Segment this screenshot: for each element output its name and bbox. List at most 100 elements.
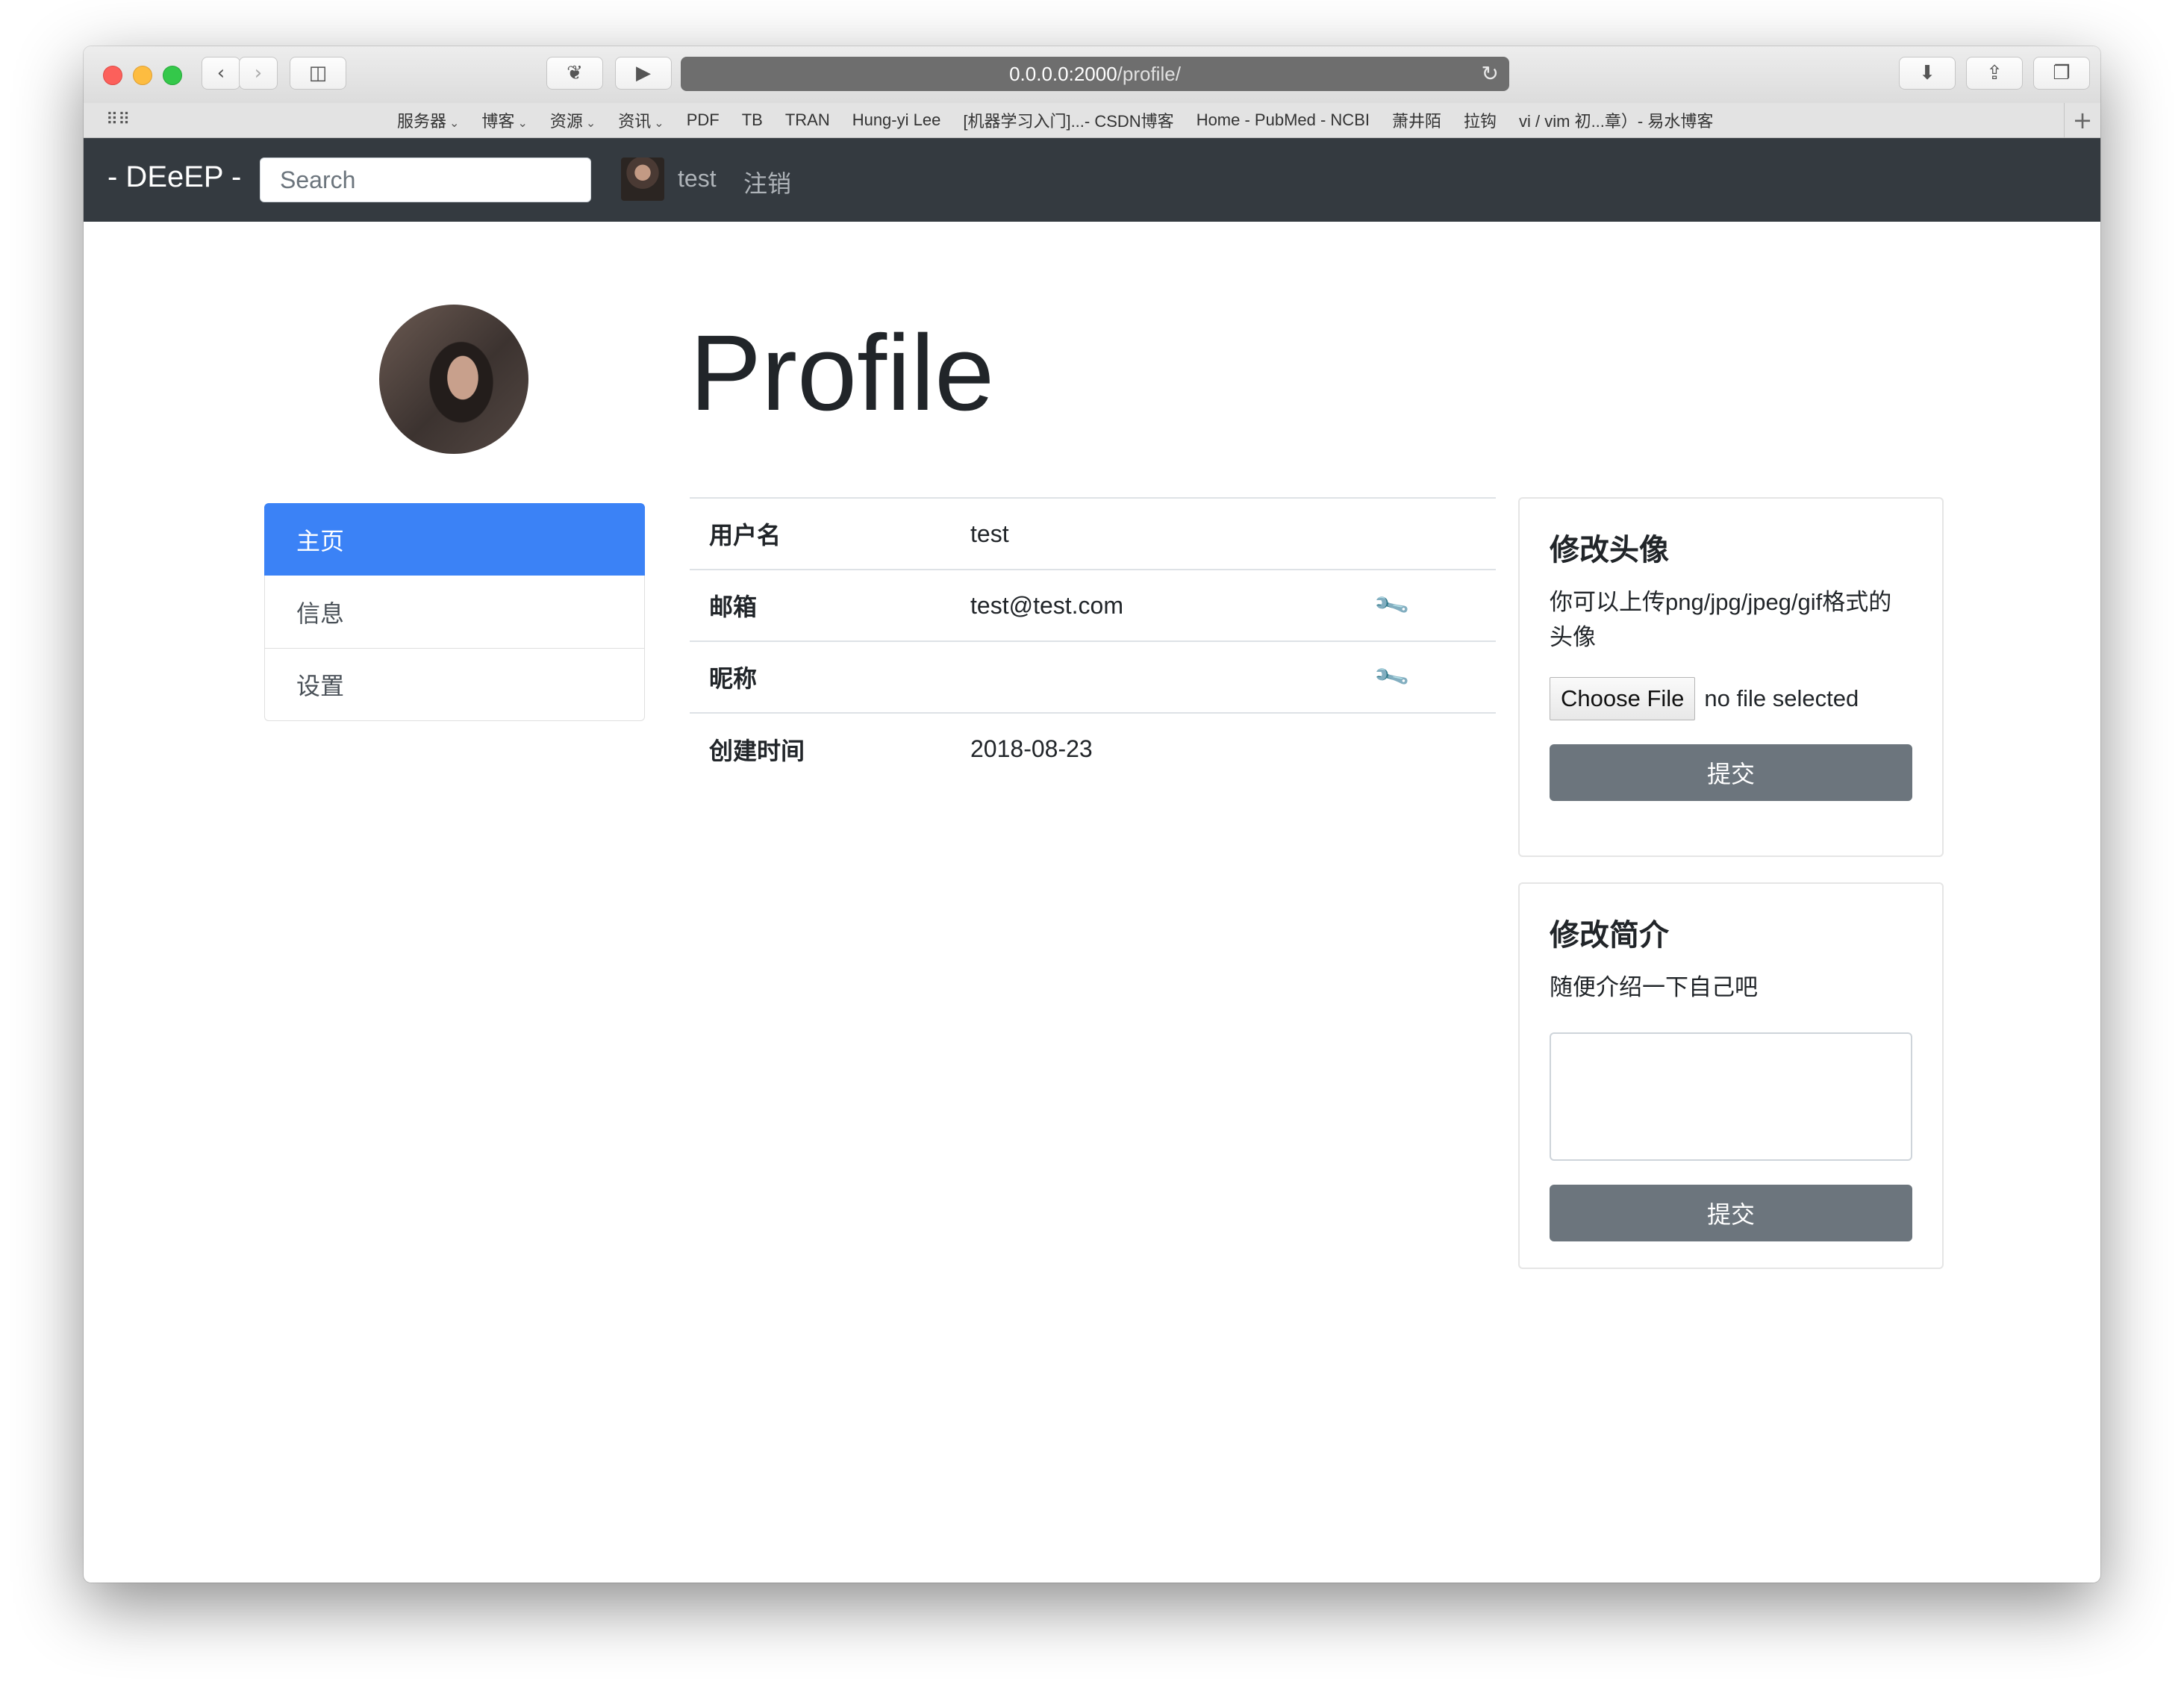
bookmark-item[interactable]: 拉钩	[1464, 108, 1497, 132]
tabs-overview-button[interactable]: ❐	[2033, 57, 2090, 90]
change-bio-title: 修改简介	[1550, 919, 1669, 952]
table-row: 邮箱 test@test.com 🔧	[690, 569, 1496, 641]
sidebar-item-settings[interactable]: 设置	[264, 648, 645, 721]
play-icon: ▶	[636, 62, 651, 84]
file-status-text: no file selected	[1704, 685, 1859, 711]
chevron-down-icon: ⌄	[654, 117, 664, 130]
tabs-icon: ❐	[2053, 62, 2071, 84]
close-window-button[interactable]	[103, 66, 122, 85]
zoom-window-button[interactable]	[163, 66, 182, 85]
username-label: 用户名	[690, 497, 970, 570]
evernote-extension-button[interactable]: ❦	[546, 57, 603, 90]
change-avatar-description: 你可以上传png/jpg/jpeg/gif格式的头像	[1550, 589, 1892, 650]
profile-sidebar: 主页 信息 设置	[264, 503, 645, 721]
bookmark-item[interactable]: Home - PubMed - NCBI	[1196, 110, 1370, 130]
nickname-label: 昵称	[690, 640, 970, 713]
bookmark-label: 萧井陌	[1391, 112, 1441, 131]
sidebar-item-home[interactable]: 主页	[264, 503, 645, 576]
nav-avatar[interactable]	[621, 158, 664, 201]
bookmark-label: Hung-yi Lee	[852, 110, 941, 129]
bookmark-label: 资讯	[618, 112, 652, 131]
profile-info-table: 用户名 test 邮箱 test@test.com 🔧 昵称 🔧 创建时间 20…	[690, 497, 1496, 785]
bio-submit-button[interactable]: 提交	[1550, 1184, 1912, 1241]
nickname-value	[970, 640, 1376, 713]
bookmark-item[interactable]: 资源 ⌄	[550, 108, 596, 132]
table-row: 用户名 test	[690, 497, 1496, 570]
chevron-left-icon: ‹	[216, 62, 225, 84]
choose-file-button[interactable]: Choose File	[1550, 677, 1696, 720]
bookmark-item[interactable]: PDF	[687, 110, 720, 130]
search-input[interactable]	[260, 158, 591, 202]
bookmark-label: vi / vim 初...章）- 易水博客	[1519, 112, 1714, 131]
change-avatar-card: 修改头像 你可以上传png/jpg/jpeg/gif格式的头像 Choose F…	[1518, 497, 1944, 857]
nav-username-link[interactable]: test	[678, 165, 717, 193]
change-bio-description: 随便介绍一下自己吧	[1550, 974, 1758, 1000]
email-label: 邮箱	[690, 569, 970, 641]
wrench-icon[interactable]: 🔧	[1371, 586, 1411, 626]
bookmark-label: 博客	[481, 112, 515, 131]
wrench-icon[interactable]: 🔧	[1371, 658, 1411, 697]
chevron-down-icon: ⌄	[585, 117, 596, 130]
chevron-right-icon: ›	[254, 62, 263, 84]
share-icon: ⇪	[1986, 62, 2003, 84]
chevron-down-icon: ⌄	[517, 117, 528, 130]
play-extension-button[interactable]: ▶	[615, 57, 672, 90]
sidebar-item-label: 信息	[296, 599, 345, 627]
forward-button[interactable]: ›	[239, 57, 278, 90]
logout-link[interactable]: 注销	[743, 165, 791, 199]
change-avatar-title: 修改头像	[1550, 534, 1669, 567]
bookmark-label: Home - PubMed - NCBI	[1196, 110, 1370, 129]
chevron-down-icon: ⌄	[449, 117, 460, 130]
plus-icon: +	[2072, 106, 2093, 134]
grid-icon[interactable]: ⠿⠿	[106, 110, 130, 129]
bookmark-item[interactable]: Hung-yi Lee	[852, 110, 941, 130]
sidebar-item-label: 设置	[296, 673, 345, 699]
sidebar-item-label: 主页	[296, 528, 345, 555]
browser-window: ‹ › ◫ ❦ ▶ 0.0.0.0:2000/profile/ ↻ ⬇ ⇪ ❐ …	[84, 46, 2100, 1583]
file-input: Choose File no file selected	[1550, 677, 1912, 720]
url-host: 0.0.0.0:2000	[1009, 62, 1117, 85]
url-path: /profile/	[1117, 62, 1181, 85]
downloads-button[interactable]: ⬇	[1899, 57, 1956, 90]
bookmark-item[interactable]: TB	[742, 110, 763, 130]
minimize-window-button[interactable]	[133, 66, 152, 85]
back-button[interactable]: ‹	[202, 57, 240, 90]
table-row: 昵称 🔧	[690, 640, 1496, 713]
sidebar-toggle-button[interactable]: ◫	[290, 57, 346, 90]
site-brand[interactable]: - DEeEP -	[107, 160, 241, 194]
elephant-icon: ❦	[567, 62, 583, 84]
bookmark-label: TRAN	[784, 110, 830, 129]
bookmark-item[interactable]: 博客 ⌄	[481, 108, 527, 132]
bookmark-item[interactable]: 服务器 ⌄	[397, 108, 459, 132]
bookmark-label: TB	[741, 110, 763, 129]
created-at-label: 创建时间	[690, 712, 970, 785]
download-icon: ⬇	[1919, 62, 1935, 84]
profile-avatar	[379, 305, 528, 454]
site-navbar: - DEeEP - test 注销	[84, 138, 2100, 222]
bio-textarea[interactable]	[1550, 1032, 1912, 1161]
bookmark-item[interactable]: [机器学习入门]...- CSDN博客	[963, 108, 1173, 132]
bookmark-item[interactable]: 资讯 ⌄	[618, 108, 664, 132]
add-bookmark-button[interactable]: +	[2064, 103, 2100, 137]
bookmark-item[interactable]: TRAN	[785, 110, 830, 130]
email-value: test@test.com	[970, 569, 1376, 641]
bookmark-label: PDF	[686, 110, 720, 129]
sidebar-item-info[interactable]: 信息	[264, 576, 645, 649]
bookmark-label: [机器学习入门]...- CSDN博客	[963, 112, 1174, 131]
bookmark-label: 服务器	[397, 112, 447, 131]
share-button[interactable]: ⇪	[1966, 57, 2023, 90]
bookmark-item[interactable]: 萧井陌	[1392, 108, 1441, 132]
bookmark-item[interactable]: vi / vim 初...章）- 易水博客	[1519, 108, 1713, 132]
address-bar[interactable]: 0.0.0.0:2000/profile/ ↻	[681, 57, 1509, 91]
change-bio-card: 修改简介 随便介绍一下自己吧 提交	[1518, 882, 1944, 1269]
sidebar-icon: ◫	[308, 62, 328, 84]
bookmark-label: 拉钩	[1464, 112, 1497, 131]
browser-title-bar: ‹ › ◫ ❦ ▶ 0.0.0.0:2000/profile/ ↻ ⬇ ⇪ ❐	[84, 46, 2100, 104]
bookmark-list: 服务器 ⌄ 博客 ⌄ 资源 ⌄ 资讯 ⌄ PDF TB TRAN Hung-yi Lee [机器学习入门…	[397, 103, 1713, 137]
page-title: Profile	[690, 313, 995, 433]
table-row: 创建时间 2018-08-23	[690, 712, 1496, 785]
username-value: test	[970, 497, 1376, 570]
reload-icon[interactable]: ↻	[1482, 61, 1499, 86]
avatar-submit-button[interactable]: 提交	[1550, 744, 1912, 801]
bookmark-label: 资源	[549, 112, 583, 131]
